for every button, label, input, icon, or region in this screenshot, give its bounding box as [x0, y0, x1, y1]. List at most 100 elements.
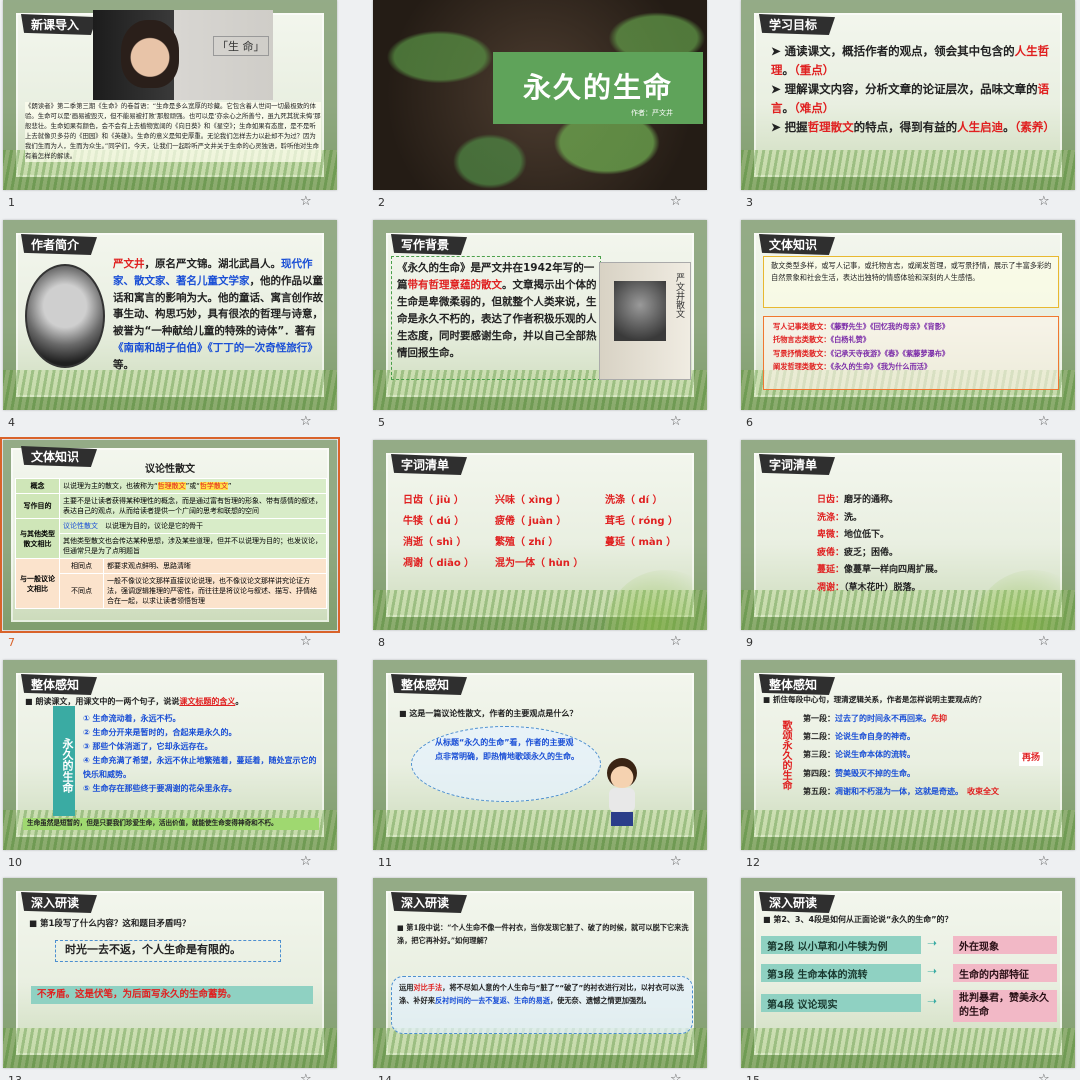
slide-thumb-2[interactable]: 永久的生命 作者：严文井 2 ☆ [370, 0, 707, 218]
question: ■ 第2、3、4段是如何从正面论说“永久的生命”的？ [763, 915, 953, 924]
slide-number: 10 [8, 856, 22, 869]
slide-5[interactable]: 写作背景 《永久的生命》是严文井在1942年写的一篇带有哲理意蕴的散文。文章揭示… [373, 220, 707, 410]
slide-13[interactable]: 深入研读 ■ 第1段写了什么内容？这和题目矛盾吗？ 时光一去不返，个人生命是有限… [3, 878, 337, 1068]
star-icon[interactable]: ☆ [300, 634, 312, 649]
book-label: 严文井散文 [674, 273, 684, 318]
intro-text: 《朗读者》第二季第三期《生命》的卷首语：“生命是多么宽厚的珍藏。它包含着人世间一… [25, 102, 321, 162]
slide-thumb-3[interactable]: 学习目标 ➤ 通读课文，概括作者的观点，领会其中包含的人生哲理。（重点） ➤ 理… [738, 0, 1075, 218]
question: ■ 这是一篇议论性散文，作者的主要观点是什么？ [399, 709, 578, 718]
slide-4[interactable]: 作者简介 严文井，原名严文锦。湖北武昌人。现代作家、散文家、著名儿童文学家，他的… [3, 220, 337, 410]
definition-row: 凋谢：（草木花叶）脱落。 [817, 582, 921, 593]
star-icon[interactable]: ☆ [300, 1072, 312, 1080]
book-photo [614, 281, 666, 341]
slide-1[interactable]: 新课导入 「生 命」 《朗读者》第二季第三期《生命》的卷首语：“生命是多么宽厚的… [3, 0, 337, 190]
slide-tag: 整体感知 [759, 674, 836, 695]
paragraph-card: 第2段 以小草和小牛犊为例 [761, 936, 921, 954]
author-line: 作者：严文井 [631, 109, 673, 117]
paragraph-card: 第3段 生命本体的流转 [761, 964, 921, 982]
side-label: 歌颂永久的生命 [780, 720, 791, 790]
author-portrait [25, 264, 105, 368]
slide-tag: 字词清单 [759, 454, 836, 475]
slide-8[interactable]: 字词清单 日齿（ jiù ）兴味（ xìng ）洗涤（ dí ） 牛犊（ dú … [373, 440, 707, 630]
star-icon[interactable]: ☆ [1038, 634, 1050, 649]
slide-9[interactable]: 字词清单 日齿：磨牙的通称。 洗涤：洗。 卑微：地位低下。 疲倦：疲乏；困倦。 … [741, 440, 1075, 630]
slide-number: 9 [746, 636, 753, 649]
slide-tag: 整体感知 [391, 674, 468, 695]
title-box: 永久的生命 作者：严文井 [493, 52, 703, 124]
slide-thumb-4[interactable]: 作者简介 严文井，原名严文锦。湖北武昌人。现代作家、散文家、著名儿童文学家，他的… [0, 220, 337, 438]
slide-6[interactable]: 文体知识 散文类型多样，或写人记事，或托物言志，或阐发哲理，或写景抒情，展示了丰… [741, 220, 1075, 410]
slide-tag: 深入研读 [391, 892, 468, 913]
slide-thumb-7[interactable]: 文体知识 议论性散文 概念 以说理为主的散文，也被称为“哲理散文”或“哲学散文”… [0, 437, 340, 658]
slide-thumb-8[interactable]: 字词清单 日齿（ jiù ）兴味（ xìng ）洗涤（ dí ） 牛犊（ dú … [370, 440, 707, 658]
star-icon[interactable]: ☆ [1038, 194, 1050, 209]
slide-title: 永久的生命 [523, 71, 674, 104]
slide-thumb-1[interactable]: 新课导入 「生 命」 《朗读者》第二季第三期《生命》的卷首语：“生命是多么宽厚的… [0, 0, 337, 218]
slide-thumb-6[interactable]: 文体知识 散文类型多样，或写人记事，或托物言志，或阐发哲理，或写景抒情，展示了丰… [738, 220, 1075, 438]
row-key: 与其他类型散文相比 [15, 518, 60, 559]
word-row: 消逝（ shì ）繁殖（ zhí ）蔓延（ màn ） [403, 537, 677, 548]
slide-15[interactable]: 深入研读 ■ 第2、3、4段是如何从正面论说“永久的生命”的？ 第2段 以小草和… [741, 878, 1075, 1068]
row-key: 写作目的 [15, 493, 60, 519]
star-icon[interactable]: ☆ [670, 194, 682, 209]
slide-11[interactable]: 整体感知 ■ 这是一篇议论性散文，作者的主要观点是什么？ 从标题“永久的生命”看… [373, 660, 707, 850]
slide-7[interactable]: 文体知识 议论性散文 概念 以说理为主的散文，也被称为“哲理散文”或“哲学散文”… [0, 437, 340, 633]
star-icon[interactable]: ☆ [1038, 414, 1050, 429]
rise-tag: 再扬 [1019, 752, 1044, 766]
slide-thumb-15[interactable]: 深入研读 ■ 第2、3、4段是如何从正面论说“永久的生命”的？ 第2段 以小草和… [738, 878, 1075, 1080]
answer-text: 时光一去不返，个人生命是有限的。 [65, 943, 241, 956]
slide-14[interactable]: 深入研读 ■ 第1段中说：“个人生命不像一件衬衣，当你发现它脏了、破了的时候，就… [373, 878, 707, 1068]
theme-bar: 永久的生命 [53, 706, 75, 816]
question: ■ 抓住每段中心句，理清逻辑关系，作者是怎样说明主要观点的？ [763, 695, 986, 704]
row-subkey: 不同点 [59, 573, 104, 609]
word-row: 牛犊（ dú ）疲倦（ juàn ）茸毛（ róng ） [403, 516, 679, 527]
slide-number: 1 [8, 196, 15, 209]
row-key: 概念 [15, 478, 60, 494]
star-icon[interactable]: ☆ [670, 1072, 682, 1080]
definition-row: 洗涤：洗。 [817, 512, 863, 523]
goal-item: ➤ 把握哲理散文的特点，得到有益的人生启迪。（素养） [771, 119, 1055, 134]
slide-2[interactable]: 永久的生命 作者：严文井 [373, 0, 707, 190]
slide-number: 11 [378, 856, 392, 869]
slide-tag: 深入研读 [21, 892, 98, 913]
slide-12[interactable]: 整体感知 ■ 抓住每段中心句，理清逻辑关系，作者是怎样说明主要观点的？ 歌颂永久… [741, 660, 1075, 850]
row-value: 主要不是让读者获得某种理性的概念，而是通过富有哲理的形象、带有感情的叙述，表达自… [59, 493, 327, 519]
slide-thumb-10[interactable]: 整体感知 ■ 朗读课文，用课文中的一两个句子，说说课文标题的含义。 永久的生命 … [0, 660, 337, 878]
slide-10[interactable]: 整体感知 ■ 朗读课文，用课文中的一两个句子，说说课文标题的含义。 永久的生命 … [3, 660, 337, 850]
row-subkey: 相同点 [59, 558, 104, 574]
quote-item: ③ 那些个体消逝了，它却永远存在。 [83, 742, 213, 751]
paragraph-card: 第4段 议论现实 [761, 994, 921, 1012]
star-icon[interactable]: ☆ [1038, 854, 1050, 869]
slide-thumb-5[interactable]: 写作背景 《永久的生命》是严文井在1942年写的一篇带有哲理意蕴的散文。文章揭示… [370, 220, 707, 438]
slide-thumb-12[interactable]: 整体感知 ■ 抓住每段中心句，理清逻辑关系，作者是怎样说明主要观点的？ 歌颂永久… [738, 660, 1075, 878]
author-bio: 严文井，原名严文锦。湖北武昌人。现代作家、散文家、著名儿童文学家，他的作品以童话… [113, 258, 323, 371]
category-row: 托物言志类散文：《白杨礼赞》 [773, 335, 871, 345]
star-icon[interactable]: ☆ [300, 854, 312, 869]
slide-thumb-14[interactable]: 深入研读 ■ 第1段中说：“个人生命不像一件衬衣，当你发现它脏了、破了的时候，就… [370, 878, 707, 1080]
slide-tag: 学习目标 [759, 14, 836, 35]
star-icon[interactable]: ☆ [300, 194, 312, 209]
row-value: 以说理为主的散文，也被称为“哲理散文”或“哲学散文” [59, 478, 327, 494]
star-icon[interactable]: ☆ [670, 414, 682, 429]
slide-tag: 写作背景 [391, 234, 468, 255]
question: ■ 第1段写了什么内容？这和题目矛盾吗？ [29, 919, 191, 929]
video-frame[interactable]: 「生 命」 [93, 10, 273, 100]
category-row: 写人记事类散文：《藤野先生》《回忆我的母亲》《背影》 [773, 322, 950, 331]
slide-thumb-13[interactable]: 深入研读 ■ 第1段写了什么内容？这和题目矛盾吗？ 时光一去不返，个人生命是有限… [0, 878, 337, 1080]
star-icon[interactable]: ☆ [1038, 1072, 1050, 1080]
goal-list: ➤ 通读课文，概括作者的观点，领会其中包含的人生哲理。（重点） ➤ 理解课文内容… [771, 42, 1063, 137]
star-icon[interactable]: ☆ [300, 414, 312, 429]
slide-3[interactable]: 学习目标 ➤ 通读课文，概括作者的观点，领会其中包含的人生哲理。（重点） ➤ 理… [741, 0, 1075, 190]
paragraph-row: 第一段：过去了的时间永不再回来。先抑 [803, 714, 947, 723]
definition-list: 日齿：磨牙的通称。 洗涤：洗。 卑微：地位低下。 疲倦：疲乏；困倦。 蔓延：像蔓… [817, 492, 1057, 597]
question: ■ 第1段中说：“个人生命不像一件衬衣，当你发现它脏了、破了的时候，就可以脱下它… [397, 923, 689, 945]
slide-tag: 字词清单 [391, 454, 468, 475]
star-icon[interactable]: ☆ [670, 854, 682, 869]
presenter-image [121, 20, 179, 88]
slide-thumb-9[interactable]: 字词清单 日齿：磨牙的通称。 洗涤：洗。 卑微：地位低下。 疲倦：疲乏；困倦。 … [738, 440, 1075, 658]
slide-number: 3 [746, 196, 753, 209]
star-icon[interactable]: ☆ [670, 634, 682, 649]
slide-tag: 整体感知 [21, 674, 98, 695]
slide-thumb-11[interactable]: 整体感知 ■ 这是一篇议论性散文，作者的主要观点是什么？ 从标题“永久的生命”看… [370, 660, 707, 878]
definition-row: 日齿：磨牙的通称。 [817, 495, 899, 505]
